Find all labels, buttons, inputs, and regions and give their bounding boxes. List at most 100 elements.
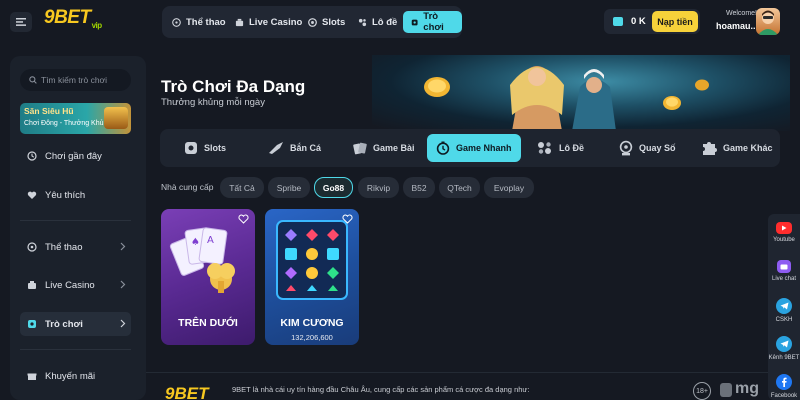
gift-icon bbox=[27, 373, 37, 380]
provider-label: Nhà cung cấp bbox=[161, 182, 214, 192]
nav-item-lo-de[interactable]: Lô đề bbox=[358, 11, 397, 33]
provider-rikvip[interactable]: Rikvip bbox=[358, 177, 399, 198]
casino-icon bbox=[28, 281, 36, 289]
tab-game-bai[interactable]: Game Bài bbox=[353, 134, 415, 162]
balance-display[interactable]: 0 K bbox=[613, 9, 646, 34]
sidebar: Tìm kiếm trò chơi Săn Siêu Hũ Chơi Đông … bbox=[10, 56, 146, 400]
nav-item-live-casino[interactable]: Live Casino bbox=[235, 11, 302, 33]
tab-label: Bắn Cá bbox=[290, 143, 322, 153]
wallet-box: 0 K Nạp tiền bbox=[604, 9, 700, 34]
tab-game-nhanh[interactable]: Game Nhanh bbox=[427, 134, 521, 162]
search-icon bbox=[29, 76, 37, 84]
sidebar-item-live-casino[interactable]: Live Casino bbox=[20, 273, 131, 297]
favorite-heart-icon[interactable] bbox=[342, 214, 353, 224]
sidebar-item-favorites[interactable]: Yêu thích bbox=[20, 183, 131, 207]
provider-evoplay[interactable]: Evoplay bbox=[484, 177, 534, 198]
tab-lo-de[interactable]: Lô Đề bbox=[537, 134, 584, 162]
sidebar-item-label: Live Casino bbox=[45, 279, 95, 291]
social-facebook[interactable]: Facebook bbox=[768, 374, 800, 399]
nav-item-the-thao[interactable]: Thể thao bbox=[172, 11, 226, 33]
game-icon bbox=[28, 320, 36, 328]
jackpot-count: 132,206,600 bbox=[291, 333, 333, 342]
tab-ban-ca[interactable]: Bắn Cá bbox=[268, 134, 321, 162]
youtube-icon bbox=[776, 222, 792, 234]
soccer-icon bbox=[27, 242, 37, 252]
playing-cards-art: ♠ A bbox=[169, 227, 235, 293]
svg-text:♠: ♠ bbox=[191, 237, 200, 248]
provider-spribe[interactable]: Spribe bbox=[268, 177, 310, 198]
age-restriction-badge: 18+ bbox=[693, 382, 711, 400]
heart-icon bbox=[27, 191, 37, 199]
tab-label: Game Bài bbox=[373, 143, 415, 153]
sidebar-item-games[interactable]: Trò chơi bbox=[20, 312, 131, 336]
promo-title: Săn Siêu Hũ bbox=[24, 106, 74, 116]
game-card-kim-cuong[interactable]: KIM CƯƠNG 132,206,600 bbox=[265, 209, 359, 345]
nav-label: Live Casino bbox=[249, 16, 303, 28]
tab-slots[interactable]: Slots bbox=[184, 134, 226, 162]
avatar-icon bbox=[758, 10, 778, 35]
nav-item-tro-choi[interactable]: Trò chơi bbox=[403, 11, 462, 33]
logo-text: 9BET bbox=[44, 7, 91, 28]
sidebar-divider bbox=[20, 349, 131, 350]
search-input[interactable]: Tìm kiếm trò chơi bbox=[20, 69, 131, 91]
social-kenh-9bet[interactable]: Kênh 9BET bbox=[768, 336, 800, 361]
lottery-icon bbox=[358, 18, 367, 26]
wallet-icon bbox=[613, 17, 623, 26]
slots-icon bbox=[185, 142, 197, 154]
footer-description: 9BET là nhà cái uy tín hàng đầu Châu Âu,… bbox=[232, 385, 530, 394]
menu-toggle-button[interactable] bbox=[10, 12, 32, 32]
search-placeholder: Tìm kiếm trò chơi bbox=[41, 75, 108, 85]
sidebar-item-label: Yêu thích bbox=[45, 189, 86, 201]
provider-b52[interactable]: B52 bbox=[403, 177, 435, 198]
app-root: 9BETvip Thể thao Live Casino Slots Lô đề… bbox=[0, 0, 800, 400]
soccer-icon bbox=[172, 17, 181, 27]
welcome-text: Welcome! bbox=[726, 10, 757, 17]
social-label: Facebook bbox=[770, 393, 798, 399]
banner-illustration bbox=[424, 66, 709, 131]
avatar[interactable] bbox=[756, 8, 780, 35]
balance-value: 0 K bbox=[631, 16, 646, 27]
chevron-right-icon bbox=[120, 280, 126, 289]
social-cskh[interactable]: CSKH bbox=[768, 298, 800, 323]
tab-label: Game Khác bbox=[723, 143, 773, 153]
page-title: Trò Chơi Đa Dạng bbox=[161, 77, 306, 96]
social-sidebar: Youtube Live chat CSKH Kênh 9BET Faceboo… bbox=[768, 214, 800, 400]
treasure-chest-icon bbox=[104, 107, 128, 129]
lottery-machine-icon bbox=[619, 140, 633, 156]
partner-icon bbox=[720, 383, 732, 397]
provider-qtech[interactable]: QTech bbox=[439, 177, 480, 198]
deposit-button[interactable]: Nạp tiền bbox=[652, 11, 698, 32]
tab-game-khac[interactable]: Game Khác bbox=[701, 134, 773, 162]
game-card-tren-duoi[interactable]: ♠ A TRÊN DƯỚI bbox=[161, 209, 255, 345]
sidebar-item-recent[interactable]: Chơi gần đây bbox=[20, 144, 131, 168]
username[interactable]: hoamau.. bbox=[716, 21, 756, 31]
sidebar-item-label: Trò chơi bbox=[45, 318, 83, 330]
footer-logo: 9BET bbox=[165, 384, 209, 400]
puzzle-icon bbox=[703, 142, 717, 155]
social-label: Youtube bbox=[773, 237, 795, 243]
promo-banner[interactable]: Săn Siêu Hũ Chơi Đông - Thưởng Khủng bbox=[20, 103, 131, 134]
social-label: Kênh 9BET bbox=[768, 355, 800, 361]
favorite-heart-icon[interactable] bbox=[238, 214, 249, 224]
slots-icon bbox=[308, 17, 317, 27]
tab-label: Game Nhanh bbox=[456, 143, 512, 153]
tab-quay-so[interactable]: Quay Số bbox=[619, 134, 676, 162]
telegram-icon bbox=[776, 336, 792, 352]
sidebar-item-promotions[interactable]: Khuyến mãi bbox=[20, 364, 131, 388]
social-live-chat[interactable]: Live chat bbox=[768, 260, 800, 282]
provider-all[interactable]: Tất Cả bbox=[220, 177, 264, 198]
social-label: CSKH bbox=[775, 317, 793, 323]
sidebar-item-label: Thể thao bbox=[45, 241, 83, 253]
chat-icon bbox=[777, 260, 791, 273]
social-label: Live chat bbox=[771, 276, 796, 282]
brand-logo[interactable]: 9BETvip bbox=[44, 7, 102, 30]
provider-go88[interactable]: Go88 bbox=[314, 177, 353, 198]
hero-banner: Trò Chơi Đa Dạng Thưởng khủng mỗi ngày bbox=[148, 55, 790, 131]
nav-label: Trò chơi bbox=[423, 11, 444, 33]
social-youtube[interactable]: Youtube bbox=[768, 222, 800, 243]
banner-artwork bbox=[372, 55, 790, 131]
sidebar-item-sports[interactable]: Thể thao bbox=[20, 235, 131, 259]
telegram-icon bbox=[776, 298, 792, 314]
fish-shooter-icon bbox=[269, 142, 283, 154]
nav-item-slots[interactable]: Slots bbox=[308, 11, 345, 33]
